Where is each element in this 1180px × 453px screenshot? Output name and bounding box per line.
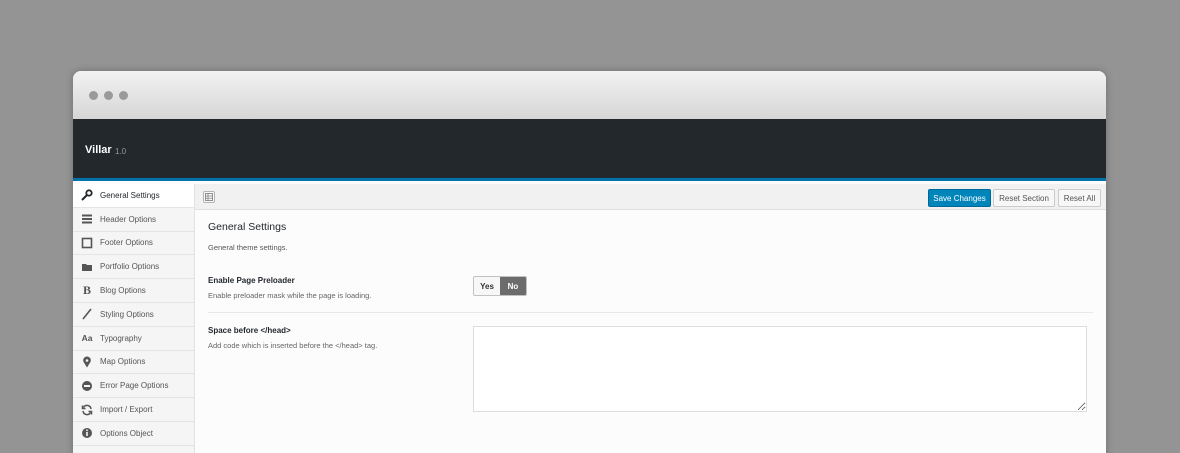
square-icon — [81, 237, 93, 249]
sidebar-item-label: Map Options — [100, 357, 146, 367]
section-description: General theme settings. — [208, 243, 288, 252]
app-title: Villar — [85, 144, 112, 156]
sidebar-item-blog-options[interactable]: B Blog Options — [73, 279, 194, 303]
head-code-field-title: Space before </head> — [208, 326, 291, 335]
menu-icon — [81, 213, 93, 225]
preloader-yes-option[interactable]: Yes — [474, 277, 500, 295]
expand-icon — [205, 188, 213, 206]
sidebar-item-label: Header Options — [100, 214, 157, 224]
preloader-no-option[interactable]: No — [500, 277, 526, 295]
preloader-field-description: Enable preloader mask while the page is … — [208, 291, 372, 300]
sidebar-item-map-options[interactable]: Map Options — [73, 351, 194, 375]
head-code-field-description: Add code which is inserted before the </… — [208, 341, 378, 350]
minus-circle-icon — [81, 380, 93, 392]
settings-content: General Settings General theme settings.… — [195, 210, 1106, 453]
sidebar-item-label: Options Object — [100, 428, 153, 438]
sidebar-item-label: Error Page Options — [100, 381, 169, 391]
window-titlebar — [73, 71, 1106, 119]
window-dot-icon — [104, 91, 113, 100]
brush-icon — [81, 308, 93, 320]
sidebar-item-label: Footer Options — [100, 238, 153, 248]
sidebar-item-error-page-options[interactable]: Error Page Options — [73, 374, 194, 399]
map-pin-icon — [81, 356, 93, 368]
sidebar-item-options-object[interactable]: Options Object — [73, 422, 194, 446]
info-icon — [81, 427, 93, 439]
sidebar-item-label: Styling Options — [100, 309, 154, 319]
folder-icon — [81, 261, 93, 273]
wrench-icon — [81, 189, 93, 202]
expand-options-button[interactable] — [203, 191, 215, 203]
window-dot-icon — [89, 91, 98, 100]
options-panel-header: Villar 1.0 — [73, 119, 1106, 181]
sidebar: General Settings Header Options Footer O… — [73, 184, 195, 453]
preloader-toggle[interactable]: Yes No — [473, 276, 527, 296]
bold-icon: B — [82, 283, 91, 298]
reset-section-button[interactable]: Reset Section — [993, 189, 1055, 207]
sidebar-item-label: Import / Export — [100, 405, 153, 415]
sidebar-item-label: Portfolio Options — [100, 262, 160, 272]
save-changes-button[interactable]: Save Changes — [928, 189, 991, 207]
typography-icon: Aa — [81, 333, 93, 344]
head-code-textarea[interactable] — [473, 326, 1087, 412]
preloader-field-title: Enable Page Preloader — [208, 276, 295, 285]
app-version: 1.0 — [115, 147, 127, 156]
window-dot-icon — [119, 91, 128, 100]
sidebar-item-general-settings[interactable]: General Settings — [73, 184, 194, 208]
section-title: General Settings — [208, 221, 287, 233]
sidebar-item-label: General Settings — [100, 190, 160, 200]
sidebar-item-footer-options[interactable]: Footer Options — [73, 232, 194, 256]
reset-all-button[interactable]: Reset All — [1058, 189, 1101, 207]
sidebar-item-portfolio-options[interactable]: Portfolio Options — [73, 255, 194, 280]
field-divider — [208, 312, 1093, 313]
sidebar-item-label: Blog Options — [100, 286, 146, 296]
sidebar-item-label: Typography — [100, 333, 142, 343]
sidebar-item-header-options[interactable]: Header Options — [73, 208, 194, 232]
browser-window: Villar 1.0 General Settings Header Optio… — [73, 71, 1106, 453]
sidebar-item-import-export[interactable]: Import / Export — [73, 398, 194, 422]
sidebar-item-styling-options[interactable]: Styling Options — [73, 303, 194, 327]
refresh-icon — [81, 404, 93, 416]
options-toolbar: Save Changes Reset Section Reset All — [195, 184, 1106, 210]
sidebar-item-typography[interactable]: Aa Typography — [73, 327, 194, 351]
